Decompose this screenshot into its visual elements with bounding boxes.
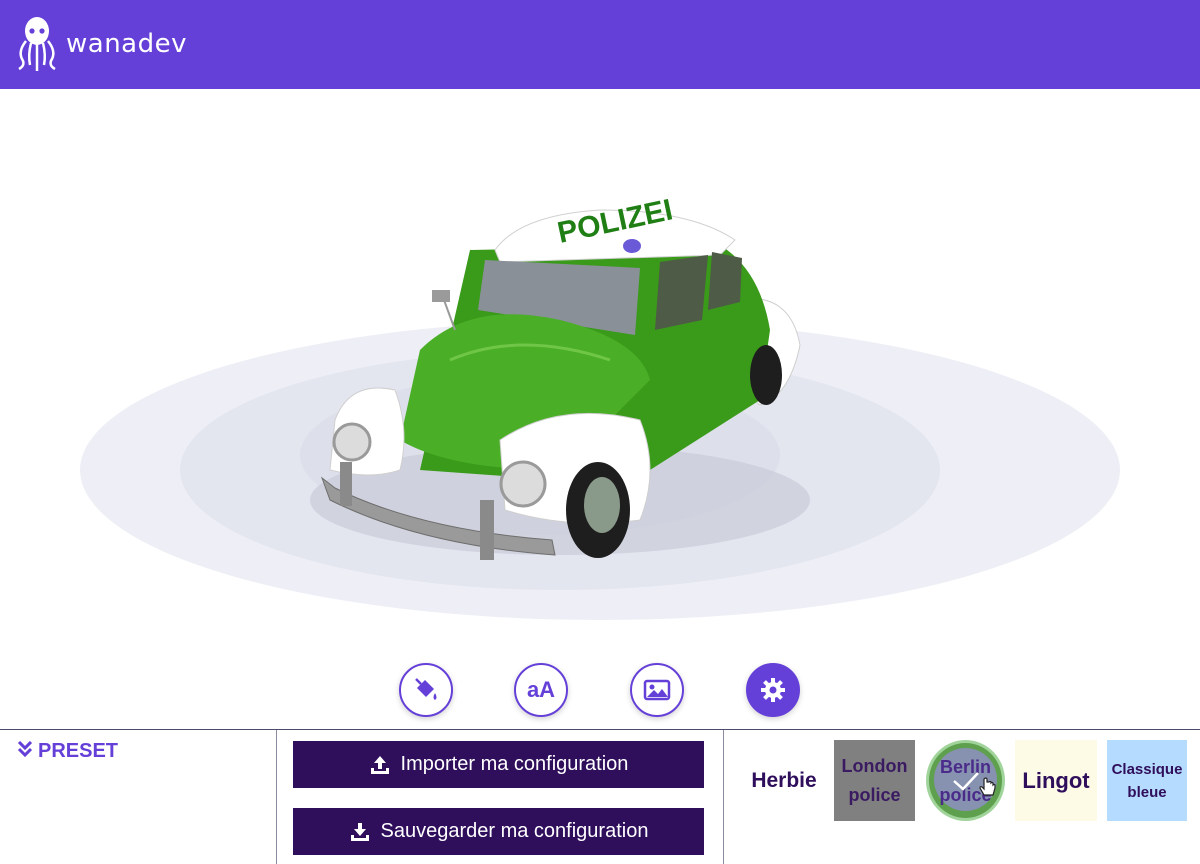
gear-icon — [761, 678, 785, 702]
image-tool-button[interactable] — [630, 663, 684, 717]
download-icon — [350, 822, 369, 841]
import-config-label: Importer ma configuration — [400, 753, 629, 775]
checkmark-icon — [953, 772, 979, 791]
preset-lingot[interactable]: Lingot — [1015, 740, 1097, 821]
preset-classique-label-line1: Classique — [1111, 760, 1183, 778]
brand-logo[interactable]: wanadev — [14, 14, 187, 74]
double-chevron-down-icon — [17, 740, 33, 762]
brand-name: wanadev — [66, 29, 187, 59]
paint-tool-button[interactable] — [399, 663, 453, 717]
paint-bucket-icon — [415, 678, 437, 700]
preset-lingot-label: Lingot — [1022, 767, 1090, 793]
column-divider — [723, 730, 724, 864]
hand-cursor-icon — [979, 777, 996, 796]
import-config-button[interactable]: Importer ma configuration — [293, 741, 704, 788]
preset-label: PRESET — [38, 740, 119, 762]
3d-viewport[interactable]: POLIZEI — [0, 89, 1200, 730]
preset-herbie-label: Herbie — [751, 768, 817, 792]
settings-tool-button[interactable] — [746, 663, 800, 717]
preset-london-label-line2: police — [848, 784, 901, 805]
save-config-button[interactable]: Sauvegarder ma configuration — [293, 808, 704, 855]
preset-london-label-line1: London — [841, 755, 908, 776]
preset-classique-label-line2: bleue — [1127, 783, 1167, 801]
octopus-logo-icon — [18, 17, 56, 71]
preset-berlin-police[interactable]: Berlin police — [926, 740, 1005, 821]
upload-icon — [370, 755, 389, 774]
text-tool-button[interactable]: aA — [514, 663, 568, 717]
car-render: POLIZEI — [80, 193, 1120, 620]
save-config-label: Sauvegarder ma configuration — [380, 820, 649, 842]
preset-herbie[interactable]: Herbie — [744, 740, 824, 821]
preset-london-police[interactable]: London police — [834, 740, 915, 821]
preset-classique-bleue[interactable]: Classique bleue — [1107, 740, 1187, 821]
column-divider — [276, 730, 277, 864]
text-aa-icon: aA — [526, 677, 556, 702]
image-icon — [643, 679, 671, 701]
preset-toggle[interactable]: PRESET — [17, 740, 119, 763]
header-bar: wanadev — [0, 0, 1200, 89]
